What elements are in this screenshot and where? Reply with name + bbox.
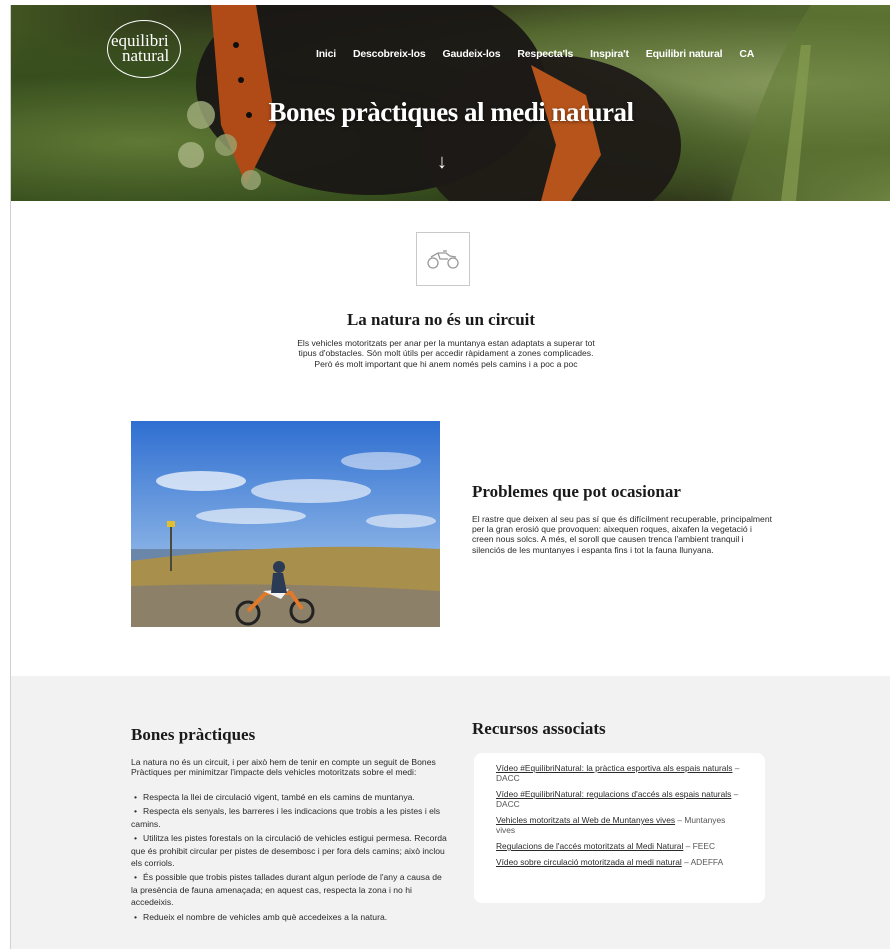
language-selector[interactable]: CA bbox=[739, 48, 754, 60]
nav-item-gaudeix[interactable]: Gaudeix-los bbox=[443, 48, 501, 60]
resource-source: – ADEFFA bbox=[681, 857, 724, 867]
quad-bike-icon bbox=[416, 232, 470, 286]
list-item: • Utilitza les pistes forestals on la cir… bbox=[131, 833, 447, 869]
scroll-down-icon[interactable]: ↓ bbox=[437, 151, 447, 174]
resource-item: Vehicles motoritzats al Web de Muntanyes… bbox=[496, 815, 745, 835]
intro-title: La natura no és un circuit bbox=[346, 310, 536, 329]
resource-item: Vídeo #EquilibriNatural: regulacions d'a… bbox=[496, 789, 745, 809]
resources-title: Recursos associats bbox=[472, 719, 606, 738]
page-title: Bones pràctiques al medi natural bbox=[268, 97, 634, 127]
practices-intro: La natura no és un circuit, i per això h… bbox=[131, 757, 436, 778]
practices-title: Bones pràctiques bbox=[131, 725, 256, 744]
list-item: • Respecta els senyals, les barreres i le… bbox=[131, 806, 441, 829]
list-item: • Respecta la llei de circulació vigent, … bbox=[134, 792, 415, 802]
resource-item: Regulacions de l'accés motoritzats al Me… bbox=[496, 841, 745, 851]
resource-link[interactable]: Vídeo #EquilibriNatural: la pràctica esp… bbox=[496, 763, 732, 773]
resource-link[interactable]: Vehicles motoritzats al Web de Muntanyes… bbox=[496, 815, 675, 825]
resource-link[interactable]: Vídeo sobre circulació motoritzada al me… bbox=[496, 857, 682, 867]
nav-item-respecta[interactable]: Respecta'ls bbox=[517, 48, 573, 60]
resource-link[interactable]: Regulacions de l'accés motoritzats al Me… bbox=[496, 841, 683, 851]
problems-title: Problemes que pot ocasionar bbox=[472, 482, 681, 501]
list-item: • És possible que trobis pistes tallades … bbox=[131, 872, 442, 908]
resources-card: Vídeo #EquilibriNatural: la pràctica esp… bbox=[474, 753, 765, 903]
resource-link[interactable]: Vídeo #EquilibriNatural: regulacions d'a… bbox=[496, 789, 731, 799]
problems-text: El rastre que deixen al seu pas sí que é… bbox=[472, 514, 772, 555]
practices-list: • Respecta la llei de circulació vigent, … bbox=[131, 791, 447, 925]
resource-item: Vídeo #EquilibriNatural: la pràctica esp… bbox=[496, 763, 745, 783]
nav-item-inici[interactable]: Inici bbox=[316, 48, 336, 60]
resource-item: Vídeo sobre circulació motoritzada al me… bbox=[496, 857, 745, 867]
logo-text-line2: natural bbox=[122, 46, 170, 65]
page: equilibri natural Inici Descobreix-los G… bbox=[10, 5, 890, 949]
nav-item-inspira[interactable]: Inspira't bbox=[590, 48, 629, 60]
nav-item-descobreix[interactable]: Descobreix-los bbox=[353, 48, 426, 60]
site-logo[interactable]: equilibri natural bbox=[107, 20, 181, 78]
motorbike-photo bbox=[131, 421, 440, 627]
nav-item-equilibri[interactable]: Equilibri natural bbox=[646, 48, 723, 60]
resource-source: – FEEC bbox=[683, 841, 715, 851]
main-nav: Inici Descobreix-los Gaudeix-los Respect… bbox=[316, 48, 771, 60]
list-item: • Redueix el nombre de vehicles amb què a… bbox=[134, 911, 388, 922]
hero-banner: equilibri natural Inici Descobreix-los G… bbox=[11, 5, 890, 201]
intro-text: Els vehicles motoritzats per anar per la… bbox=[297, 338, 595, 369]
